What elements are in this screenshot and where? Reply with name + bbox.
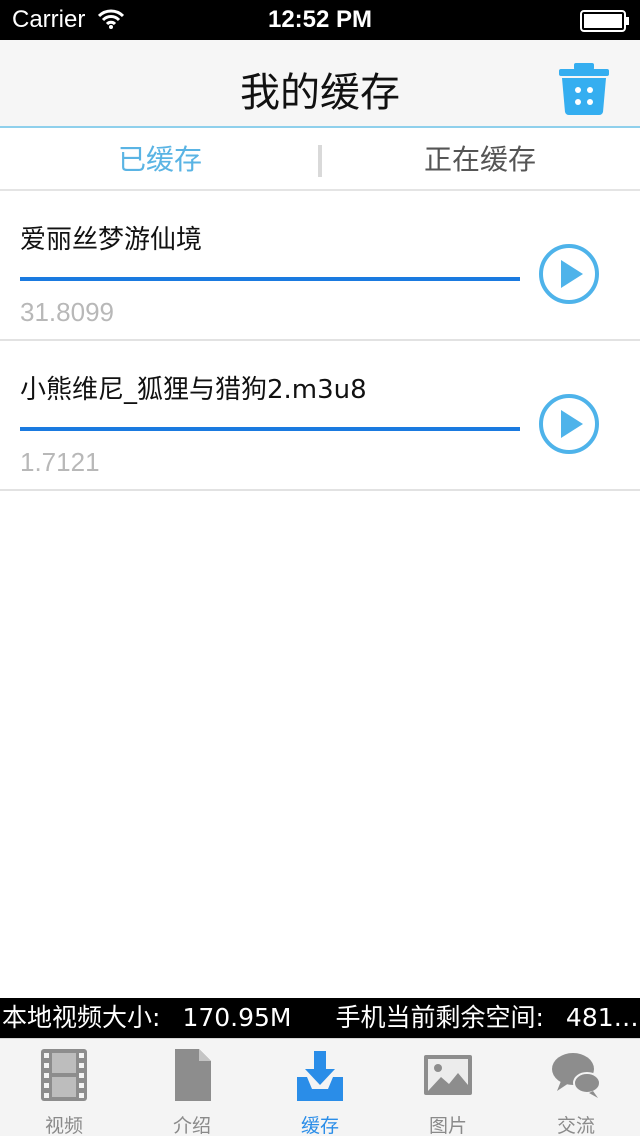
list-item[interactable]: 小熊维尼_狐狸与猎狗2.m3u8 1.7121 <box>0 341 640 491</box>
storage-local: 本地视频大小: 170.95M <box>2 1003 313 1032</box>
tab-bar-label: 交流 <box>556 1115 595 1136</box>
storage-local-label: 本地视频大小: <box>2 1003 161 1032</box>
item-size: 1.7121 <box>20 447 100 477</box>
storage-free-label: 手机当前剩余空间: <box>335 1003 544 1032</box>
tab-bar-label: 缓存 <box>300 1115 339 1136</box>
tab-bar: 视频 介绍 缓存 图片 交流 <box>0 1038 640 1136</box>
cache-tabs: 已缓存 正在缓存 <box>0 129 640 191</box>
play-icon[interactable] <box>538 243 600 305</box>
play-icon[interactable] <box>538 393 600 455</box>
tab-bar-label: 视频 <box>44 1115 83 1136</box>
tab-bar-item-video[interactable]: 视频 <box>0 1039 128 1136</box>
storage-free-value: 481.5... <box>565 1003 640 1032</box>
trash-icon[interactable] <box>556 62 612 116</box>
list-item[interactable]: 爱丽丝梦游仙境 31.8099 <box>0 191 640 341</box>
item-title: 小熊维尼_狐狸与猎狗2.m3u8 <box>20 375 367 405</box>
tab-downloading[interactable]: 正在缓存 <box>320 129 640 191</box>
item-progress-fill <box>20 427 520 431</box>
tab-bar-item-chat[interactable]: 交流 <box>512 1039 640 1136</box>
tab-bar-item-pictures[interactable]: 图片 <box>384 1039 512 1136</box>
page-title: 我的缓存 <box>240 70 400 116</box>
item-progress-fill <box>20 277 520 281</box>
download-icon <box>297 1051 343 1101</box>
tab-bar-item-intro[interactable]: 介绍 <box>128 1039 256 1136</box>
tab-bar-label: 介绍 <box>172 1115 211 1136</box>
item-title: 爱丽丝梦游仙境 <box>20 225 203 255</box>
item-size: 31.8099 <box>20 297 114 327</box>
picture-icon <box>424 1055 472 1095</box>
cached-list: 爱丽丝梦游仙境 31.8099 小熊维尼_狐狸与猎狗2.m3u8 1.7121 <box>0 191 640 491</box>
film-icon <box>41 1049 87 1101</box>
tab-bar-label: 图片 <box>428 1115 467 1136</box>
battery-icon <box>580 10 629 32</box>
clock: 12:52 PM <box>267 6 373 33</box>
tab-bar-item-cache[interactable]: 缓存 <box>256 1039 384 1136</box>
chat-icon <box>552 1053 601 1098</box>
status-bar: Carrier 12:52 PM <box>0 0 640 40</box>
storage-free: 手机当前剩余空间: 481.5... <box>335 1003 640 1032</box>
document-icon <box>175 1049 211 1101</box>
item-progress-bar <box>20 427 520 431</box>
tab-cached[interactable]: 已缓存 <box>0 129 320 191</box>
storage-local-value: 170.95M <box>182 1003 292 1032</box>
storage-info-bar: 本地视频大小: 170.95M 手机当前剩余空间: 481.5... <box>0 998 640 1038</box>
nav-bar: 我的缓存 <box>0 40 640 128</box>
item-progress-bar <box>20 277 520 281</box>
